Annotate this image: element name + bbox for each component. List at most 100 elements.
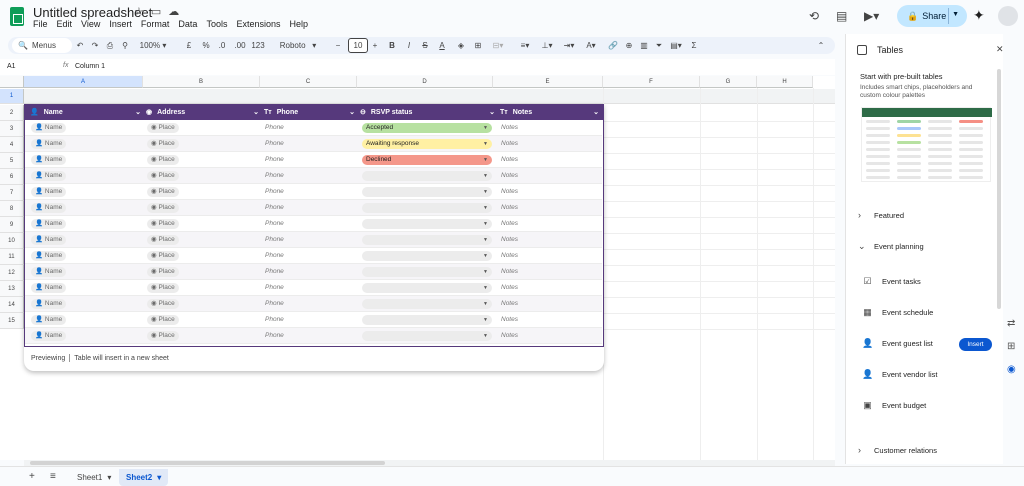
- row-header-13[interactable]: 13: [0, 281, 24, 297]
- table-row[interactable]: 👤 Name ◉ Place Phone ▼ Notes: [25, 328, 602, 344]
- row-header-9[interactable]: 9: [0, 217, 24, 233]
- notes-cell[interactable]: Notes: [501, 124, 518, 131]
- phone-cell[interactable]: Phone: [265, 252, 284, 259]
- phone-cell[interactable]: Phone: [265, 172, 284, 179]
- place-chip[interactable]: ◉ Place: [147, 251, 179, 261]
- place-chip[interactable]: ◉ Place: [147, 235, 179, 245]
- rsvp-status-dropdown[interactable]: ▼: [362, 219, 492, 229]
- sheet-tab-sheet2[interactable]: Sheet2 ▾: [119, 469, 169, 486]
- phone-cell[interactable]: Phone: [265, 188, 284, 195]
- table-row[interactable]: 👤 Name ◉ Place Phone ▼ Notes: [25, 280, 602, 296]
- meet-icon[interactable]: ▶▾: [864, 9, 879, 23]
- template-event-vendor-list[interactable]: 👤 Event vendor list: [862, 369, 937, 380]
- template-event-tasks[interactable]: ☑ Event tasks: [862, 276, 920, 287]
- number-format-button[interactable]: 123: [251, 37, 265, 54]
- move-folder-icon[interactable]: ▭: [151, 5, 161, 18]
- fill-color-icon[interactable]: ◈: [454, 37, 468, 54]
- phone-cell[interactable]: Phone: [265, 124, 284, 131]
- name-chip[interactable]: 👤 Name: [31, 219, 67, 229]
- row-header-12[interactable]: 12: [0, 265, 24, 281]
- table-row[interactable]: 👤 Name ◉ Place Phone ▼ Notes: [25, 296, 602, 312]
- name-chip[interactable]: 👤 Name: [31, 139, 67, 149]
- collapse-toolbar-icon[interactable]: ⌃: [815, 37, 827, 54]
- place-chip[interactable]: ◉ Place: [147, 219, 179, 229]
- increase-decimal-button[interactable]: .00: [232, 37, 248, 54]
- cloud-status-icon[interactable]: ☁: [168, 5, 179, 18]
- place-chip[interactable]: ◉ Place: [147, 331, 179, 341]
- chevron-down-icon[interactable]: ⌄: [135, 108, 141, 116]
- menu-item-data[interactable]: Data: [178, 19, 197, 29]
- column-header-f[interactable]: F: [603, 76, 700, 88]
- undo-icon[interactable]: ↶: [74, 37, 86, 54]
- insert-chart-icon[interactable]: ▥: [638, 37, 650, 54]
- name-chip[interactable]: 👤 Name: [31, 315, 67, 325]
- rsvp-status-dropdown[interactable]: ▼: [362, 235, 492, 245]
- name-chip[interactable]: 👤 Name: [31, 155, 67, 165]
- menu-item-extensions[interactable]: Extensions: [236, 19, 280, 29]
- font-size-decrease[interactable]: −: [333, 37, 343, 54]
- phone-cell[interactable]: Phone: [265, 236, 284, 243]
- all-sheets-icon[interactable]: ≡: [50, 471, 56, 482]
- place-chip[interactable]: ◉ Place: [147, 299, 179, 309]
- percent-format-button[interactable]: %: [200, 37, 212, 54]
- decrease-decimal-button[interactable]: .0: [215, 37, 229, 54]
- row-header-6[interactable]: 6: [0, 169, 24, 185]
- phone-cell[interactable]: Phone: [265, 204, 284, 211]
- row-header-4[interactable]: 4: [0, 137, 24, 153]
- filter-views-icon[interactable]: ▤▾: [667, 37, 685, 54]
- row-header-10[interactable]: 10: [0, 233, 24, 249]
- name-chip[interactable]: 👤 Name: [31, 203, 67, 213]
- table-header-address[interactable]: ◉ Address ⌄: [146, 104, 264, 120]
- phone-cell[interactable]: Phone: [265, 268, 284, 275]
- table-row[interactable]: 👤 Name ◉ Place Phone Accepted ▼ Notes: [25, 120, 602, 136]
- place-chip[interactable]: ◉ Place: [147, 187, 179, 197]
- table-row[interactable]: 👤 Name ◉ Place Phone ▼ Notes: [25, 200, 602, 216]
- rsvp-status-dropdown[interactable]: ▼: [362, 203, 492, 213]
- font-size-input[interactable]: 10: [348, 38, 368, 53]
- notes-cell[interactable]: Notes: [501, 188, 518, 195]
- rsvp-status-dropdown[interactable]: ▼: [362, 267, 492, 277]
- version-history-icon[interactable]: ⟲: [809, 9, 819, 23]
- rsvp-status-dropdown[interactable]: Accepted ▼: [362, 123, 492, 133]
- sheet-tab-sheet1[interactable]: Sheet1 ▾: [70, 469, 118, 486]
- table-row[interactable]: 👤 Name ◉ Place Phone ▼ Notes: [25, 248, 602, 264]
- align-horizontal-icon[interactable]: ≡▾: [516, 37, 534, 54]
- sheets-logo-icon[interactable]: [10, 7, 24, 26]
- text-color-button[interactable]: A: [436, 37, 448, 54]
- paint-format-icon[interactable]: ⚲: [119, 37, 131, 54]
- place-chip[interactable]: ◉ Place: [147, 139, 179, 149]
- rsvp-status-dropdown[interactable]: ▼: [362, 171, 492, 181]
- column-header-a[interactable]: A: [24, 76, 143, 88]
- row-header-14[interactable]: 14: [0, 297, 24, 313]
- row-header-2[interactable]: 2: [0, 105, 24, 121]
- strikethrough-button[interactable]: S: [419, 37, 431, 54]
- chevron-down-icon[interactable]: ⌄: [253, 108, 259, 116]
- rsvp-status-dropdown[interactable]: Awaiting response ▼: [362, 139, 492, 149]
- phone-cell[interactable]: Phone: [265, 332, 284, 339]
- filter-icon[interactable]: ⏷: [653, 37, 665, 54]
- share-button[interactable]: 🔒 Share ▼: [897, 5, 967, 27]
- table-row[interactable]: 👤 Name ◉ Place Phone ▼ Notes: [25, 264, 602, 280]
- scrollbar-thumb[interactable]: [30, 461, 385, 465]
- notes-cell[interactable]: Notes: [501, 156, 518, 163]
- place-chip[interactable]: ◉ Place: [147, 155, 179, 165]
- row-header-1[interactable]: 1: [0, 89, 24, 104]
- place-chip[interactable]: ◉ Place: [147, 171, 179, 181]
- formula-input[interactable]: Column 1: [75, 63, 105, 70]
- name-chip[interactable]: 👤 Name: [31, 123, 67, 133]
- phone-cell[interactable]: Phone: [265, 156, 284, 163]
- template-event-guest-list[interactable]: 👤 Event guest list: [862, 338, 933, 349]
- add-sheet-icon[interactable]: +: [29, 471, 35, 482]
- table-row[interactable]: 👤 Name ◉ Place Phone ▼ Notes: [25, 216, 602, 232]
- zoom-select[interactable]: 100% ▾: [138, 37, 168, 54]
- rsvp-status-dropdown[interactable]: ▼: [362, 315, 492, 325]
- place-chip[interactable]: ◉ Place: [147, 315, 179, 325]
- functions-icon[interactable]: Σ: [688, 37, 700, 54]
- phone-cell[interactable]: Phone: [265, 284, 284, 291]
- table-header-notes[interactable]: Tт Notes ⌄: [500, 104, 604, 120]
- notes-cell[interactable]: Notes: [501, 268, 518, 275]
- currency-format-button[interactable]: £: [183, 37, 195, 54]
- row-header-15[interactable]: 15: [0, 313, 24, 329]
- insert-comment-icon[interactable]: ⊕: [623, 37, 635, 54]
- column-header-h[interactable]: H: [757, 76, 813, 88]
